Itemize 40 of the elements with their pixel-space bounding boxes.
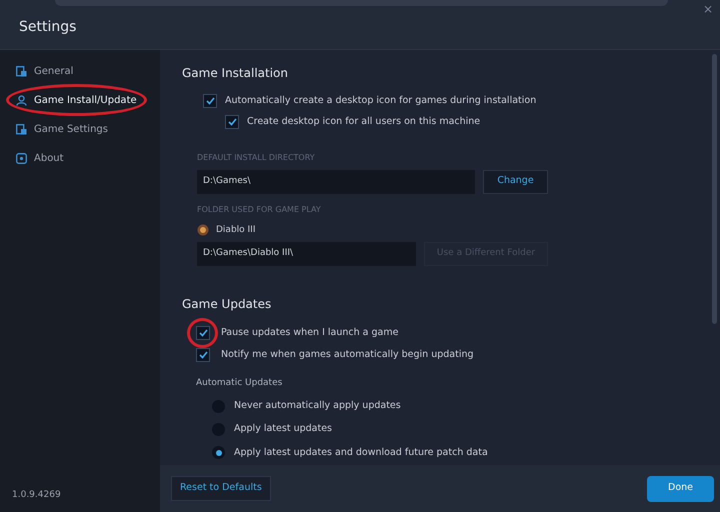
sidebar-item[interactable]: General xyxy=(16,62,74,80)
close-button[interactable]: × xyxy=(702,1,714,17)
input-field[interactable]: D:\Games\ xyxy=(197,170,475,194)
checkbox[interactable] xyxy=(196,326,210,340)
checkbox[interactable] xyxy=(203,94,217,108)
checkbox-label: Pause updates when I launch a game xyxy=(221,326,398,340)
radio-label: Never automatically apply updates xyxy=(234,399,401,413)
person-icon xyxy=(16,94,27,106)
sidebar-item[interactable]: About xyxy=(16,149,64,167)
group-label: Automatic Updates xyxy=(195,376,284,390)
document-icon xyxy=(16,66,27,76)
section-heading: Game Updates xyxy=(182,296,272,313)
window-title: Settings xyxy=(19,18,76,37)
radio-label: Apply latest updates and download future patch data xyxy=(234,446,488,460)
sidebar-item[interactable]: Game Settings xyxy=(16,120,108,138)
check-icon xyxy=(206,97,214,106)
reset-button[interactable]: Reset to Defaults xyxy=(171,476,271,501)
version-label: 1.0.9.4269 xyxy=(11,488,62,502)
change-button[interactable]: Change xyxy=(483,170,548,194)
checkbox-label: Automatically create a desktop icon for games during installation xyxy=(225,94,536,108)
scrollbar[interactable] xyxy=(712,54,716,324)
check-icon xyxy=(198,329,208,338)
field-label: DEFAULT INSTALL DIRECTORY xyxy=(196,152,316,164)
input-field[interactable]: D:\Games\Diablo III\ xyxy=(197,242,416,266)
checkbox-label: Create desktop icon for all users on this machine xyxy=(247,115,480,130)
section-heading: Game Installation xyxy=(182,65,290,82)
check-icon xyxy=(228,118,236,126)
done-button[interactable]: Done xyxy=(647,476,714,502)
checkbox-label: Notify me when games automatically begin updating xyxy=(221,348,474,362)
document-icon xyxy=(16,124,27,134)
field-label: FOLDER USED FOR GAME PLAY xyxy=(196,204,322,216)
game-name: Diablo III xyxy=(216,224,256,236)
info-icon xyxy=(16,152,27,164)
checkbox[interactable] xyxy=(225,115,239,130)
game-icon xyxy=(197,224,209,236)
radio-button[interactable] xyxy=(212,446,225,460)
radio-label: Apply latest updates xyxy=(234,422,332,436)
check-icon xyxy=(198,351,208,360)
checkbox[interactable] xyxy=(196,348,210,362)
sidebar-item[interactable]: Game Install/Update xyxy=(16,91,137,109)
